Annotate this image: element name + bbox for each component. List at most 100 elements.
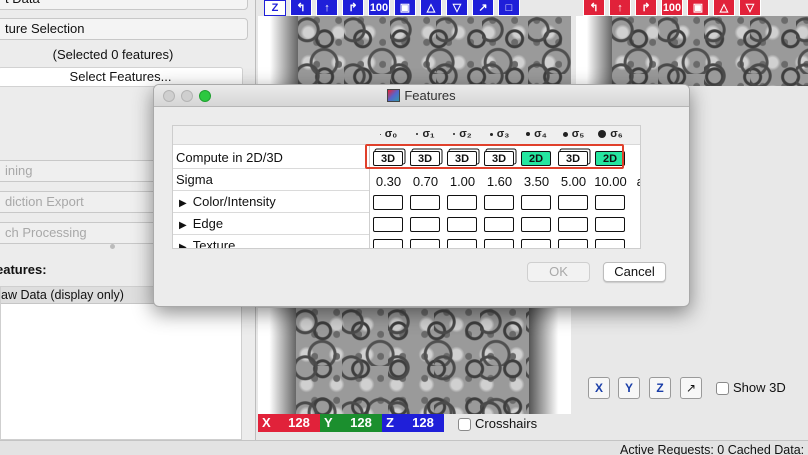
arrow-icon[interactable]: ↰	[290, 0, 312, 16]
show-3d-checkbox[interactable]	[716, 382, 729, 396]
feature-checkbox[interactable]	[410, 239, 440, 248]
screenshot-icon[interactable]: ▣	[687, 0, 709, 16]
row-label-compute: Compute in 2D/3D	[173, 147, 369, 169]
arrow-icon[interactable]: ↑	[316, 0, 338, 16]
expand-triangle-icon[interactable]: ▶	[179, 242, 187, 248]
expand-triangle-icon[interactable]: ▶	[179, 198, 187, 209]
features-dialog: Features σ₀ σ₁ σ₂ σ₃ σ₄ σ₅ σ₆ σ₇ Compute…	[153, 84, 690, 307]
sigma-value[interactable]: 3.50	[518, 174, 555, 189]
arrow-icon[interactable]: ↑	[609, 0, 631, 16]
coord-y: Y 128	[320, 414, 382, 432]
row-label-color[interactable]: ▶ Color/Intensity	[173, 191, 369, 213]
dialog-title: Features	[154, 88, 689, 103]
drawer-feature-selection[interactable]: ture Selection	[0, 18, 248, 40]
screenshot-icon[interactable]: ▣	[394, 0, 416, 16]
status-text: Active Requests: 0 Cached Data:	[620, 443, 805, 455]
y-axis-button[interactable]: Y	[618, 377, 640, 399]
sigma-value[interactable]: 1.60	[481, 174, 518, 189]
ok-button[interactable]: OK	[527, 262, 590, 282]
feature-checkbox[interactable]	[484, 239, 514, 248]
cancel-button[interactable]: Cancel	[603, 262, 666, 282]
view-gradient	[258, 308, 296, 414]
coord-z-label: Z	[382, 414, 402, 432]
feature-checkbox[interactable]	[595, 195, 625, 210]
feature-checkbox[interactable]	[595, 217, 625, 232]
feature-checkbox[interactable]	[410, 217, 440, 232]
crosshairs-toggle[interactable]: Crosshairs	[458, 416, 538, 432]
triangle-down-icon[interactable]: ▽	[446, 0, 468, 16]
sigma-value[interactable]: 0.30	[370, 174, 407, 189]
selected-features-count: (Selected 0 features)	[52, 47, 174, 62]
coord-z-value[interactable]: 128	[402, 414, 444, 432]
drawer-input-data[interactable]: t Data	[0, 0, 248, 10]
crosshairs-checkbox[interactable]	[458, 418, 471, 432]
slice-view-xz[interactable]	[258, 308, 571, 414]
sigma-header: σ₃	[481, 128, 518, 140]
crosshairs-label: Crosshairs	[475, 416, 538, 431]
feature-checkbox[interactable]	[521, 239, 551, 248]
slice-view-xy[interactable]	[258, 16, 571, 86]
x-axis-button[interactable]: X	[588, 377, 610, 399]
zoom-level-icon[interactable]: 100	[368, 0, 390, 16]
sigma-header: σ₅	[555, 128, 592, 140]
triangle-up-icon[interactable]: △	[713, 0, 735, 16]
square-icon[interactable]: □	[498, 0, 520, 16]
sigma-header: σ₁	[407, 128, 444, 140]
slice-view-yz[interactable]	[576, 16, 808, 86]
triangle-up-icon[interactable]: △	[420, 0, 442, 16]
show-3d-label: Show 3D	[733, 380, 786, 395]
feature-checkbox[interactable]	[373, 217, 403, 232]
feature-checkbox[interactable]	[521, 195, 551, 210]
feature-checkbox[interactable]	[373, 239, 403, 248]
feature-checkbox[interactable]	[447, 217, 477, 232]
show-3d-toggle[interactable]: Show 3D	[716, 380, 786, 396]
z-axis-button[interactable]: Z	[649, 377, 671, 399]
view-toolbar-left: Z ↰ ↑ ↱ 100 ▣ △ ▽ ↗ □	[264, 0, 520, 16]
coord-x-label: X	[258, 414, 278, 432]
feature-checkbox[interactable]	[484, 195, 514, 210]
app-icon	[387, 89, 401, 102]
dialog-titlebar[interactable]: Features	[154, 85, 689, 107]
arrow-icon[interactable]: ↰	[583, 0, 605, 16]
em-image	[612, 16, 808, 86]
row-label-texture[interactable]: ▶ Texture	[173, 235, 369, 248]
feature-checkbox[interactable]	[447, 239, 477, 248]
em-image	[298, 16, 571, 86]
feature-checkbox[interactable]	[558, 195, 588, 210]
features-heading: eatures:	[0, 262, 47, 277]
feature-list[interactable]: aw Data (display only)	[0, 286, 242, 440]
coord-y-value[interactable]: 128	[340, 414, 382, 432]
sigma-header: σ₄	[518, 128, 555, 140]
splitter-handle[interactable]	[110, 244, 115, 249]
feature-checkbox[interactable]	[521, 217, 551, 232]
sigma-value[interactable]: 5.00	[555, 174, 592, 189]
zoom-icon[interactable]: Z	[264, 0, 286, 16]
dialog-title-text: Features	[404, 88, 456, 103]
em-image	[296, 308, 529, 414]
expand-triangle-icon[interactable]: ▶	[179, 220, 187, 231]
feature-checkbox[interactable]	[484, 217, 514, 232]
feature-checkbox[interactable]	[373, 195, 403, 210]
view-gradient	[529, 308, 571, 414]
diagonal-arrow-icon[interactable]: ↗	[472, 0, 494, 16]
sigma-value[interactable]: 0.70	[407, 174, 444, 189]
maximize-icon[interactable]: ↗	[680, 377, 702, 399]
feature-checkbox[interactable]	[410, 195, 440, 210]
arrow-icon[interactable]: ↱	[342, 0, 364, 16]
sigma-value[interactable]: 10.00	[592, 174, 629, 189]
arrow-icon[interactable]: ↱	[635, 0, 657, 16]
feature-checkbox[interactable]	[558, 239, 588, 248]
add-sigma-button[interactable]: add	[629, 174, 640, 189]
feature-checkbox[interactable]	[447, 195, 477, 210]
zoom-level-icon[interactable]: 100	[661, 0, 683, 16]
sigma-header: σ₇	[629, 128, 640, 140]
triangle-down-icon[interactable]: ▽	[739, 0, 761, 16]
sigma-value[interactable]: 1.00	[444, 174, 481, 189]
feature-checkbox[interactable]	[558, 217, 588, 232]
view-gradient	[576, 16, 612, 86]
view-toolbar-right: ↰ ↑ ↱ 100 ▣ △ ▽	[583, 0, 761, 16]
feature-checkbox[interactable]	[595, 239, 625, 248]
row-label-edge[interactable]: ▶ Edge	[173, 213, 369, 235]
sigma-header-row: σ₀ σ₁ σ₂ σ₃ σ₄ σ₅ σ₆ σ₇	[173, 126, 640, 145]
coord-x-value[interactable]: 128	[278, 414, 320, 432]
